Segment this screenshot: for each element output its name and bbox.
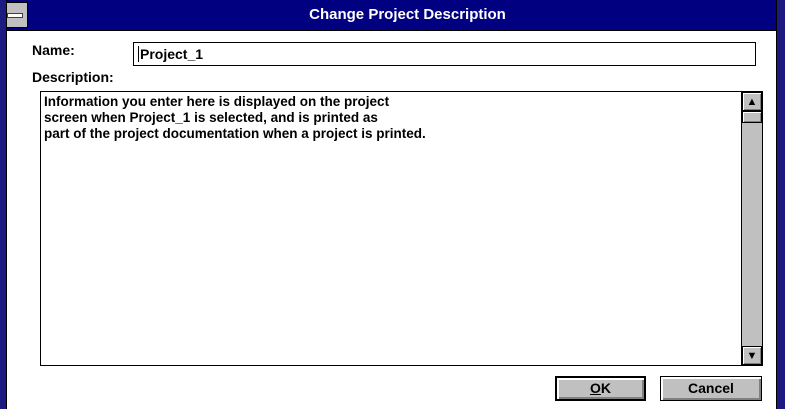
text-caret [138,46,139,62]
window-frame-left [0,0,7,409]
ok-mnemonic: O [589,380,601,396]
ok-label-rest: K [600,380,611,396]
description-label: Description: [32,69,114,85]
vertical-scrollbar[interactable]: ▲ ▼ [741,92,762,365]
ok-button[interactable]: OK [555,376,646,401]
name-field-value: Project_1 [140,46,204,62]
title-bar[interactable]: Change Project Description [0,0,785,31]
window-frame-right [776,0,785,409]
dialog-client-area: Name: Project_1 Description: Information… [7,31,776,409]
description-text: Information you enter here is displayed … [44,94,426,141]
name-field[interactable]: Project_1 [133,42,756,66]
window-title: Change Project Description [309,6,506,23]
scroll-thumb[interactable] [742,111,762,123]
arrow-up-icon[interactable]: ▲ [742,92,762,111]
arrow-down-icon[interactable]: ▼ [742,346,762,365]
system-menu-bar [7,12,23,18]
description-textarea[interactable]: Information you enter here is displayed … [40,91,763,366]
change-project-description-dialog: Change Project Description Name: Project… [0,0,785,409]
name-label: Name: [32,42,75,58]
cancel-button[interactable]: Cancel [660,376,762,401]
